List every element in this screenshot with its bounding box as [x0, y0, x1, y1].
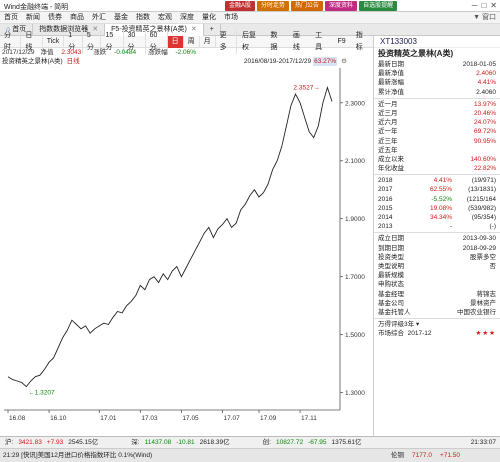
menu-item[interactable]: 指数 — [132, 12, 154, 24]
dropdown-icon[interactable]: ▾ — [416, 321, 419, 328]
settings-icon[interactable]: ⚙ — [341, 57, 347, 66]
x-tick-label: 16.10 — [50, 415, 67, 422]
x-tick-label: 17.03 — [141, 415, 158, 422]
period-button-day[interactable]: 日 — [167, 35, 184, 48]
year-return-row: 2014 34.34% (95/354) — [378, 214, 496, 221]
info-row: 最新日期 2018-01-05 — [378, 61, 496, 68]
fund-line-label: 投资精英之景林(A类) — [2, 58, 63, 65]
x-tick-label: 17.09 — [260, 415, 277, 422]
detail-row: 成立日期 2013-09-30 — [378, 235, 496, 243]
detail-row: 基金公司 景林资产 — [378, 299, 496, 307]
maximize-button[interactable]: □ — [481, 1, 486, 10]
quick-link-pills: 金融A股 分时走势 热门公告 深度资料 自选股提醒 — [225, 1, 398, 11]
year-return-row: 2017 62.55% (13/1831) — [378, 186, 496, 194]
quote-nav: 2.3043 — [61, 49, 82, 56]
quick-link-pill[interactable]: 金融A股 — [225, 1, 256, 11]
clock: 21:33:07 — [470, 438, 496, 446]
year-return-row: 2013- (-) — [378, 223, 496, 231]
detail-row: 申购状态 — [378, 281, 404, 289]
quote-change: -0.0484 — [114, 49, 137, 56]
return-row: 近五年 — [378, 146, 398, 154]
return-row: 成立以来 140.60% — [378, 155, 496, 163]
low-annotation: ←1.3207 — [28, 390, 55, 397]
title-bar: Wind金融终端 - 简明 金融A股 分时走势 热门公告 深度资料 自选股提醒 … — [0, 0, 500, 12]
fund-info-panel: XT133003 投资精英之景林(A类) 最新日期 2018-01-05 最新净值… — [373, 36, 500, 436]
menu-item[interactable]: 商品 — [66, 12, 88, 24]
menu-item[interactable]: 市场 — [220, 12, 242, 24]
nav-line-chart[interactable]: 1.3000 1.5000 1.7000 1.9000 2.1000 2.3000 16.0… — [0, 56, 373, 436]
high-annotation: 2.3527→ — [293, 85, 319, 92]
period-label: 日线 — [66, 58, 80, 65]
period-button[interactable]: 周 — [184, 35, 200, 48]
return-row: 近三年 90.95% — [378, 137, 496, 145]
return-row: 近三月 20.46% — [378, 109, 496, 117]
rating-stars: ★★★ — [475, 330, 496, 338]
info-row: 最新涨幅 4.41% — [378, 79, 496, 87]
news-ticker[interactable]: 21:29 [快讯]美国12月进口价格指数环比 0.1%(Wind) 伦铜 71… — [0, 448, 500, 462]
fund-name: 投资精英之景林(A类) — [378, 49, 454, 58]
menu-item[interactable]: 基金 — [110, 12, 132, 24]
return-row: 近六月 24.07% — [378, 119, 496, 127]
info-row: 累计净值 2.4060 — [378, 88, 496, 96]
fund-code: XT133003 — [374, 36, 500, 48]
f9-button[interactable]: F9 — [333, 36, 351, 48]
quick-link-pill[interactable]: 分时走势 — [257, 1, 290, 11]
close-tab-icon[interactable]: ✕ — [191, 26, 197, 33]
chart-toolbar: 分时 日线 Tick 1分 5分 15分 30分 60分 日 周 月 更多 后复… — [0, 29, 373, 54]
period-button[interactable]: 月 — [200, 35, 216, 48]
y-tick-label: 2.1000 — [345, 158, 365, 165]
year-return-row: 2016 -5.52% (1215/164 — [378, 195, 496, 203]
chart-legend: 投资精英之景林(A类) 日线 2016/08/19-2017/12/29 63.… — [0, 57, 373, 66]
x-tick-label: 17.07 — [223, 415, 240, 422]
menu-item[interactable]: 量化 — [198, 12, 220, 24]
window-menu[interactable]: ▼ 窗口 — [473, 12, 496, 24]
return-row: 年化收益 22.82% — [378, 165, 496, 173]
menu-item[interactable]: 宏观 — [154, 12, 176, 24]
menu-item[interactable]: 债券 — [44, 12, 66, 24]
quote-pct: -2.06% — [175, 49, 197, 56]
quick-link-pill[interactable]: 深度资料 — [325, 1, 358, 11]
x-tick-label: 16.08 — [9, 415, 26, 422]
y-tick-label: 1.3000 — [345, 390, 365, 397]
x-tick-label: 17.05 — [182, 415, 199, 422]
market-rating-row: 市场综合 2017-12 ★★★ — [378, 330, 496, 338]
menu-bar: 首页 新闻 债券 商品 外汇 基金 指数 宏观 深度 量化 市场 ▼ 窗口 — [0, 12, 500, 24]
x-tick-label: 17.11 — [301, 415, 317, 422]
quick-link-pill[interactable]: 自选股提醒 — [359, 1, 398, 11]
y-tick-label: 1.5000 — [345, 332, 365, 339]
range-pct: 63.27% — [313, 57, 338, 66]
detail-row: 到期日期 2018-09-29 — [378, 244, 496, 252]
market-status-bar: 沪: 3421.83 +7.93 2545.15亿 深: 11437.08 -1… — [0, 436, 500, 448]
news-text[interactable]: 21:29 [快讯]美国12月进口价格指数环比 0.1%(Wind) — [3, 449, 152, 462]
app-title: Wind金融终端 - 简明 — [4, 4, 69, 11]
period-button[interactable]: Tick — [43, 35, 65, 48]
menu-item[interactable]: 新闻 — [22, 12, 44, 24]
year-return-row: 2018 4.41% (19/971) — [378, 177, 496, 185]
detail-row: 基金经理 蒋锦志 — [378, 290, 496, 298]
close-button[interactable]: ✕ — [490, 1, 497, 10]
quick-link-pill[interactable]: 热门公告 — [291, 1, 324, 11]
x-tick-label: 17.01 — [100, 415, 117, 422]
info-row: 最新净值 2.4060 — [378, 70, 496, 78]
detail-row: 类型说明否 — [378, 262, 496, 270]
y-tick-label: 1.9000 — [345, 216, 365, 223]
range-label: 2016/08/19-2017/12/29 — [243, 58, 312, 65]
year-return-row: 2015 19.08% (539/982) — [378, 204, 496, 212]
rating-row[interactable]: 万得评级3年 ▾ — [374, 320, 500, 329]
return-row: 近一月 13.97% — [378, 100, 496, 108]
detail-row: 最新规模 — [378, 272, 404, 280]
minimize-button[interactable]: ─ — [472, 1, 478, 10]
detail-row: 基金托管人 中国农业银行 — [378, 308, 496, 316]
y-tick-label: 2.3000 — [345, 100, 365, 107]
menu-item[interactable]: 外汇 — [88, 12, 110, 24]
menu-item[interactable]: 深度 — [176, 12, 198, 24]
y-tick-label: 1.7000 — [345, 274, 365, 281]
menu-item[interactable]: 首页 — [0, 12, 22, 24]
return-row: 近一年 69.72% — [378, 128, 496, 136]
detail-row: 投资类型 股票多空 — [378, 253, 496, 261]
